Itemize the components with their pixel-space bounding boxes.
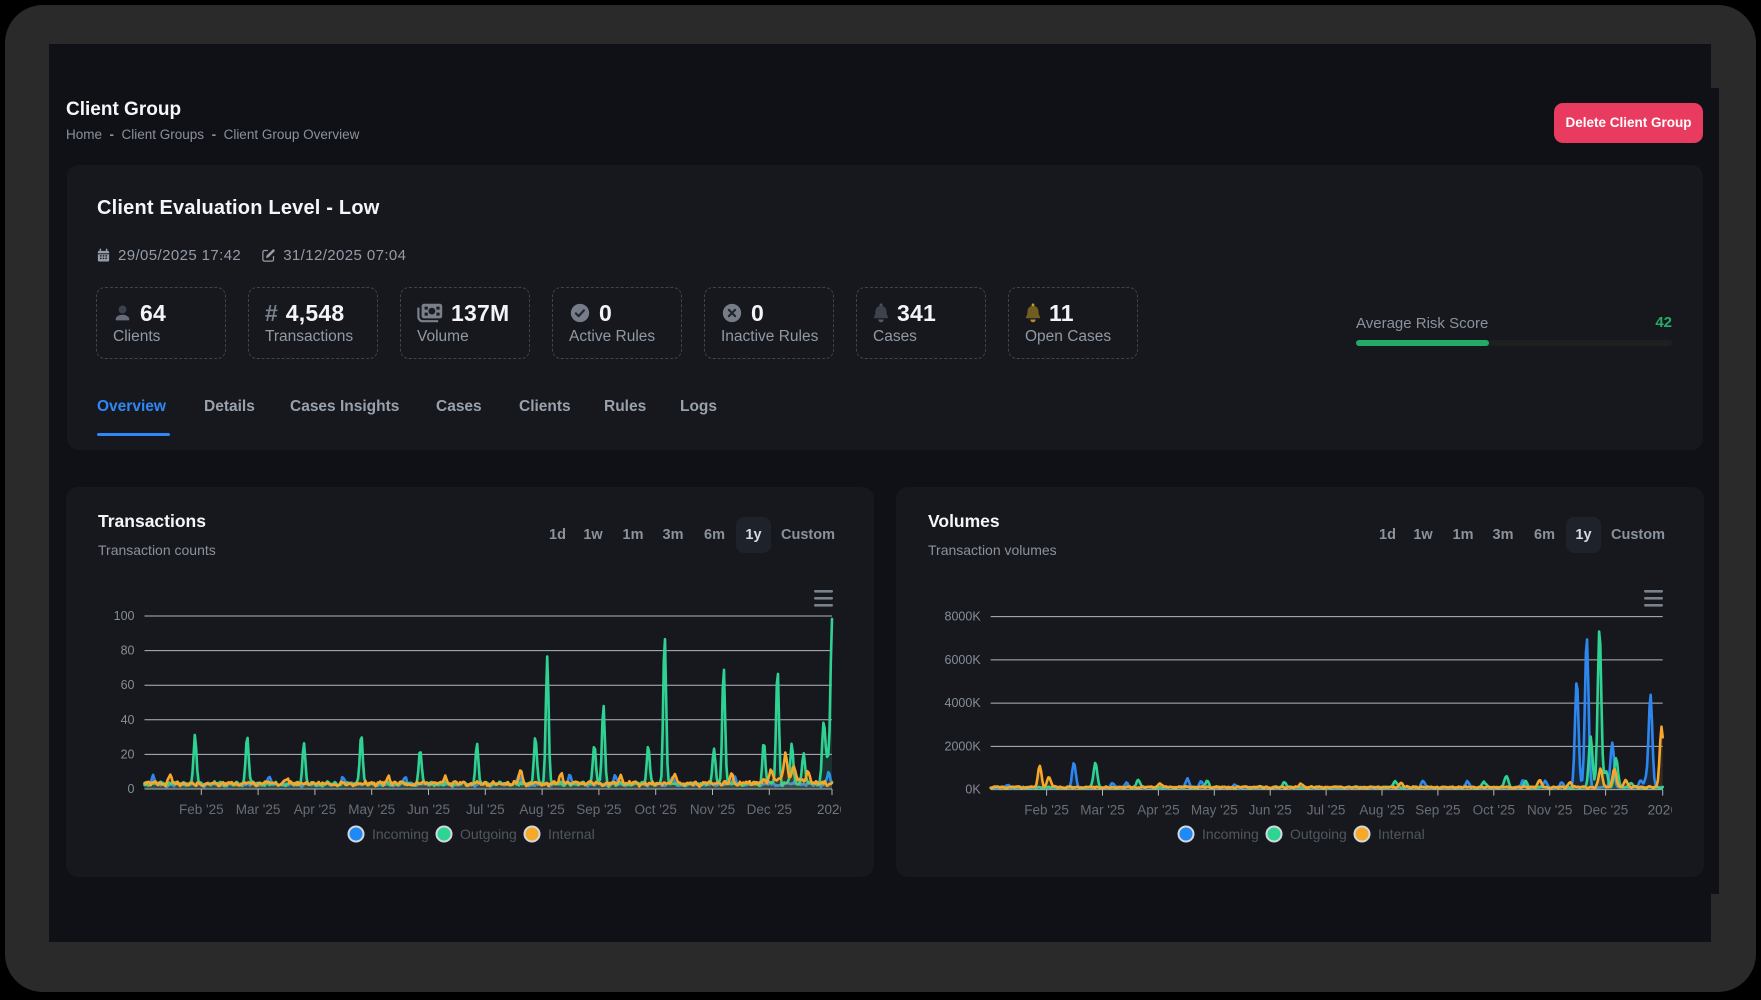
svg-text:Feb '25: Feb '25 [179, 802, 224, 817]
svg-text:Feb '25: Feb '25 [1024, 803, 1069, 818]
svg-text:Mar '25: Mar '25 [1080, 803, 1125, 818]
svg-text:40: 40 [121, 713, 135, 727]
svg-text:Oct '25: Oct '25 [635, 802, 677, 817]
svg-text:80: 80 [121, 644, 135, 658]
svg-text:Incoming: Incoming [1202, 826, 1259, 842]
svg-text:Jul '25: Jul '25 [1307, 803, 1346, 818]
svg-text:Jun '25: Jun '25 [1249, 803, 1292, 818]
svg-text:Sep '25: Sep '25 [1415, 803, 1460, 818]
svg-text:Jun '25: Jun '25 [407, 802, 450, 817]
svg-text:4000K: 4000K [945, 696, 982, 710]
svg-text:100: 100 [114, 609, 135, 623]
svg-text:Nov '25: Nov '25 [1527, 803, 1572, 818]
svg-text:20: 20 [121, 747, 135, 761]
svg-text:Outgoing: Outgoing [1290, 826, 1347, 842]
svg-text:Apr '25: Apr '25 [1137, 803, 1179, 818]
svg-text:Oct '25: Oct '25 [1473, 803, 1515, 818]
svg-text:2026: 2026 [1648, 803, 1678, 818]
svg-text:0: 0 [128, 782, 135, 796]
svg-text:Incoming: Incoming [372, 826, 429, 842]
svg-text:Nov '25: Nov '25 [690, 802, 735, 817]
svg-text:Aug '25: Aug '25 [519, 802, 564, 817]
svg-text:8000K: 8000K [945, 610, 982, 624]
svg-text:Internal: Internal [1378, 826, 1425, 842]
svg-text:Sep '25: Sep '25 [576, 802, 621, 817]
svg-text:May '25: May '25 [348, 802, 395, 817]
svg-text:Dec '25: Dec '25 [747, 802, 792, 817]
svg-text:Aug '25: Aug '25 [1359, 803, 1404, 818]
svg-text:Jul '25: Jul '25 [466, 802, 505, 817]
svg-text:60: 60 [121, 678, 135, 692]
svg-text:May '25: May '25 [1191, 803, 1238, 818]
svg-text:Internal: Internal [548, 826, 595, 842]
svg-text:Apr '25: Apr '25 [294, 802, 336, 817]
svg-text:Outgoing: Outgoing [460, 826, 517, 842]
svg-text:2000K: 2000K [945, 739, 982, 753]
svg-text:Mar '25: Mar '25 [236, 802, 281, 817]
svg-text:0K: 0K [965, 783, 981, 797]
svg-text:2026: 2026 [817, 802, 847, 817]
svg-text:Dec '25: Dec '25 [1583, 803, 1628, 818]
svg-text:6000K: 6000K [945, 653, 982, 667]
